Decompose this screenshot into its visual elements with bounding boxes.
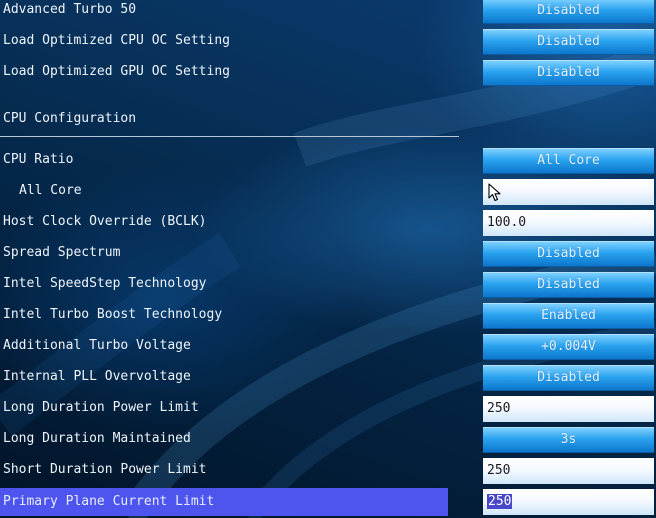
setting-row-load-optimized-cpu-oc[interactable]: Load Optimized CPU OC Setting Disabled bbox=[0, 29, 656, 57]
spread-spectrum-dropdown[interactable]: Disabled bbox=[483, 241, 654, 267]
long-duration-power-limit-input[interactable]: 250 bbox=[483, 396, 654, 422]
setting-label: All Core bbox=[19, 183, 82, 198]
internal-pll-overvoltage-dropdown[interactable]: Disabled bbox=[483, 365, 654, 391]
setting-label: Additional Turbo Voltage bbox=[3, 338, 191, 353]
setting-label: Long Duration Power Limit bbox=[3, 400, 199, 415]
setting-row-short-duration-power-limit[interactable]: Short Duration Power Limit 250 bbox=[0, 458, 656, 486]
setting-row-long-duration-power-limit[interactable]: Long Duration Power Limit 250 bbox=[0, 396, 656, 424]
setting-label: Host Clock Override (BCLK) bbox=[3, 214, 207, 229]
all-core-input[interactable] bbox=[483, 179, 654, 205]
setting-label: Intel SpeedStep Technology bbox=[3, 276, 207, 291]
setting-row-primary-plane-current-limit[interactable]: Primary Plane Current Limit 250 bbox=[0, 488, 656, 516]
setting-row-long-duration-maintained[interactable]: Long Duration Maintained 3s bbox=[0, 427, 656, 455]
section-title-cpu-configuration: CPU Configuration bbox=[3, 111, 137, 126]
setting-row-advanced-turbo-50[interactable]: Advanced Turbo 50 Disabled bbox=[0, 0, 656, 26]
setting-row-spread-spectrum[interactable]: Spread Spectrum Disabled bbox=[0, 241, 656, 269]
setting-label: Long Duration Maintained bbox=[3, 431, 191, 446]
field-value: 250 bbox=[487, 463, 511, 478]
additional-turbo-voltage-dropdown[interactable]: +0.004V bbox=[483, 334, 654, 360]
section-divider bbox=[0, 136, 459, 137]
setting-label: Load Optimized GPU OC Setting bbox=[3, 64, 230, 79]
intel-turbo-boost-dropdown[interactable]: Enabled bbox=[483, 303, 654, 329]
load-optimized-gpu-oc-dropdown[interactable]: Disabled bbox=[483, 60, 654, 86]
setting-row-intel-turbo-boost[interactable]: Intel Turbo Boost Technology Enabled bbox=[0, 303, 656, 331]
host-clock-override-input[interactable]: 100.0 bbox=[483, 210, 654, 236]
setting-row-internal-pll-overvoltage[interactable]: Internal PLL Overvoltage Disabled bbox=[0, 365, 656, 393]
setting-label: Internal PLL Overvoltage bbox=[3, 369, 191, 384]
setting-label-selected: Primary Plane Current Limit bbox=[0, 488, 448, 516]
field-value: 100.0 bbox=[487, 215, 527, 230]
setting-label: Intel Turbo Boost Technology bbox=[3, 307, 223, 322]
setting-row-cpu-ratio[interactable]: CPU Ratio All Core bbox=[0, 148, 656, 176]
primary-plane-current-limit-input[interactable]: 250 bbox=[483, 489, 654, 515]
setting-row-host-clock-override[interactable]: Host Clock Override (BCLK) 100.0 bbox=[0, 210, 656, 238]
setting-label: Load Optimized CPU OC Setting bbox=[3, 33, 230, 48]
mouse-pointer-icon bbox=[488, 183, 501, 202]
field-value: 250 bbox=[487, 401, 511, 416]
setting-row-intel-speedstep[interactable]: Intel SpeedStep Technology Disabled bbox=[0, 272, 656, 300]
setting-row-additional-turbo-voltage[interactable]: Additional Turbo Voltage +0.004V bbox=[0, 334, 656, 362]
load-optimized-cpu-oc-dropdown[interactable]: Disabled bbox=[483, 29, 654, 55]
short-duration-power-limit-input[interactable]: 250 bbox=[483, 458, 654, 484]
setting-row-all-core[interactable]: All Core bbox=[0, 179, 656, 207]
setting-label: Short Duration Power Limit bbox=[3, 462, 207, 477]
intel-speedstep-dropdown[interactable]: Disabled bbox=[483, 272, 654, 298]
setting-label: Spread Spectrum bbox=[3, 245, 121, 260]
cpu-ratio-dropdown[interactable]: All Core bbox=[483, 148, 654, 174]
setting-label: Advanced Turbo 50 bbox=[3, 2, 137, 17]
advanced-turbo-50-dropdown[interactable]: Disabled bbox=[483, 0, 654, 24]
setting-label: CPU Ratio bbox=[3, 152, 74, 167]
long-duration-maintained-dropdown[interactable]: 3s bbox=[483, 427, 654, 453]
setting-row-load-optimized-gpu-oc[interactable]: Load Optimized GPU OC Setting Disabled bbox=[0, 60, 656, 88]
field-value-selected: 250 bbox=[487, 494, 513, 509]
